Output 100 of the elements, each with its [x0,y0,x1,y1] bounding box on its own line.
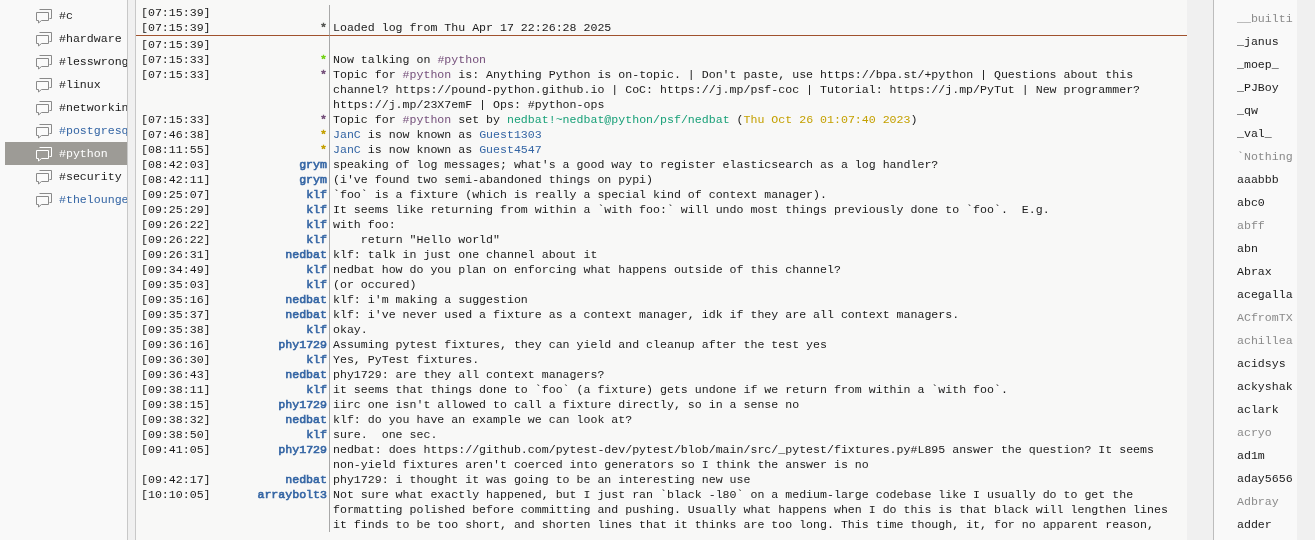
nickname: grym [299,172,327,187]
nickname: grym [299,157,327,172]
timestamp: [09:26:22] [141,217,211,232]
nickname: nedbat [285,307,327,322]
user-item[interactable]: acegalla [1214,283,1297,306]
message-text: (or occured) [333,278,417,291]
user-item[interactable]: _PJBoy [1214,76,1297,99]
channel-name: #linux [59,76,101,93]
event-marker: * [320,67,327,83]
timestamp: [07:15:33] [141,112,211,127]
nickname: nedbat [285,292,327,307]
timestamp: [09:38:11] [141,382,211,397]
channel-item[interactable]: #security [5,165,127,188]
user-item[interactable]: _val_ [1214,122,1297,145]
nickname: phy1729 [278,337,327,352]
timestamp: [08:42:11] [141,172,211,187]
timestamp: [08:11:55] [141,142,211,157]
channel-item[interactable]: #networkin [5,96,127,119]
message-text: klf: do you have an example we can look at? [333,413,633,426]
timestamp: [07:15:39] [141,20,211,35]
nickname: phy1729 [278,442,327,458]
user-item[interactable]: aday5656 [1214,467,1297,490]
user-item[interactable]: _qw [1214,99,1297,122]
nickname: klf [306,382,327,397]
channel-item[interactable]: #thelounge [5,188,127,211]
message-text: Yes, PyTest fixtures. [333,353,480,366]
user-item[interactable]: _janus [1214,30,1297,53]
timestamp: [09:42:17] [141,472,211,487]
nickname: klf [306,217,327,232]
chat-bubbles-icon [35,145,53,162]
message-text: it seems that things done to `foo` (a fixture) gets undone if we return from within a `with foo`. [333,383,1008,396]
nickname: phy1729 [278,397,327,412]
user-item[interactable]: _moep_ [1214,53,1297,76]
channel-item[interactable]: #hardware [5,27,127,50]
channel-item[interactable]: #lesswrong [5,50,127,73]
event-marker: * [320,20,327,35]
nickname: klf [306,427,327,442]
message-text: klf: i've never used a fixture as a context manager, idk if they are all context managers. [333,308,960,321]
channel-item[interactable]: #c [5,4,127,27]
timestamp: [09:35:16] [141,292,211,307]
nickname: klf [306,202,327,217]
message-text: JanC is now known as Guest1303 [333,128,542,141]
nickname: nedbat [285,247,327,262]
user-item[interactable]: aaabbb [1214,168,1297,191]
user-item[interactable]: acidsys [1214,352,1297,375]
timestamp: [07:15:33] [141,52,211,67]
timestamp: [09:35:03] [141,277,211,292]
event-marker: * [320,112,327,127]
user-item[interactable]: ad1m [1214,444,1297,467]
chat-bubbles-icon [35,99,53,116]
timestamp: [09:25:07] [141,187,211,202]
timestamp: [09:36:16] [141,337,211,352]
timestamp: [09:25:29] [141,202,211,217]
nickname: klf [306,262,327,277]
user-item[interactable]: Abrax [1214,260,1297,283]
channel-name: #networkin [59,99,127,116]
nickname: klf [306,352,327,367]
event-marker: * [320,52,327,67]
event-marker: * [320,142,327,157]
user-item[interactable]: ackyshak [1214,375,1297,398]
channel-item[interactable]: #linux [5,73,127,96]
channel-name: #postgresq [59,122,127,139]
message-text: Loaded log from Thu Apr 17 22:26:28 2025 [333,21,612,34]
chat-bubbles-icon [35,7,53,24]
channel-name: #python [59,145,108,162]
message-text: Assuming pytest fixtures, they can yield and cleanup after the test yes [333,338,827,351]
message-text: `foo` is a fixture (which is really a special kind of context manager). [333,188,827,201]
message-text: Topic for #python set by nedbat!~nedbat@python/psf/nedbat (Thu Oct 26 01:07:40 2023) [333,113,918,126]
chat-bubbles-icon [35,191,53,208]
user-item[interactable]: aclark [1214,398,1297,421]
timestamp: [10:10:05] [141,487,211,503]
timestamp: [09:36:43] [141,367,211,382]
timestamp: [09:34:49] [141,262,211,277]
user-item[interactable]: abn [1214,237,1297,260]
timestamp: [09:38:50] [141,427,211,442]
timestamp: [09:36:30] [141,352,211,367]
timestamp: [07:15:33] [141,67,211,83]
user-item[interactable]: adder [1214,513,1297,536]
nickname: klf [306,322,327,337]
channel-name: #lesswrong [59,53,127,70]
timestamp: [07:46:38] [141,127,211,142]
timestamp: [09:41:05] [141,442,211,458]
channel-name: #hardware [59,30,122,47]
timestamp: [09:26:22] [141,232,211,247]
message-text: nedbat how do you plan on enforcing what happens outside of this channel? [333,263,841,276]
chat-bubbles-icon [35,53,53,70]
event-marker: * [320,127,327,142]
channel-item[interactable]: #postgresq [5,119,127,142]
nickname: klf [306,232,327,247]
nickname: arraybolt3 [257,487,327,503]
nickname: klf [306,187,327,202]
user-item[interactable]: abc0 [1214,191,1297,214]
timestamp: [07:15:39] [141,5,211,20]
message-text: okay. [333,323,368,336]
nickname: klf [306,277,327,292]
chat-bubbles-icon [35,30,53,47]
timestamp: [09:35:38] [141,322,211,337]
chat-bubbles-icon [35,76,53,93]
message-text: speaking of log messages; what's a good way to register elasticsearch as a log handler? [333,158,939,171]
timestamp: [07:15:39] [141,37,211,52]
